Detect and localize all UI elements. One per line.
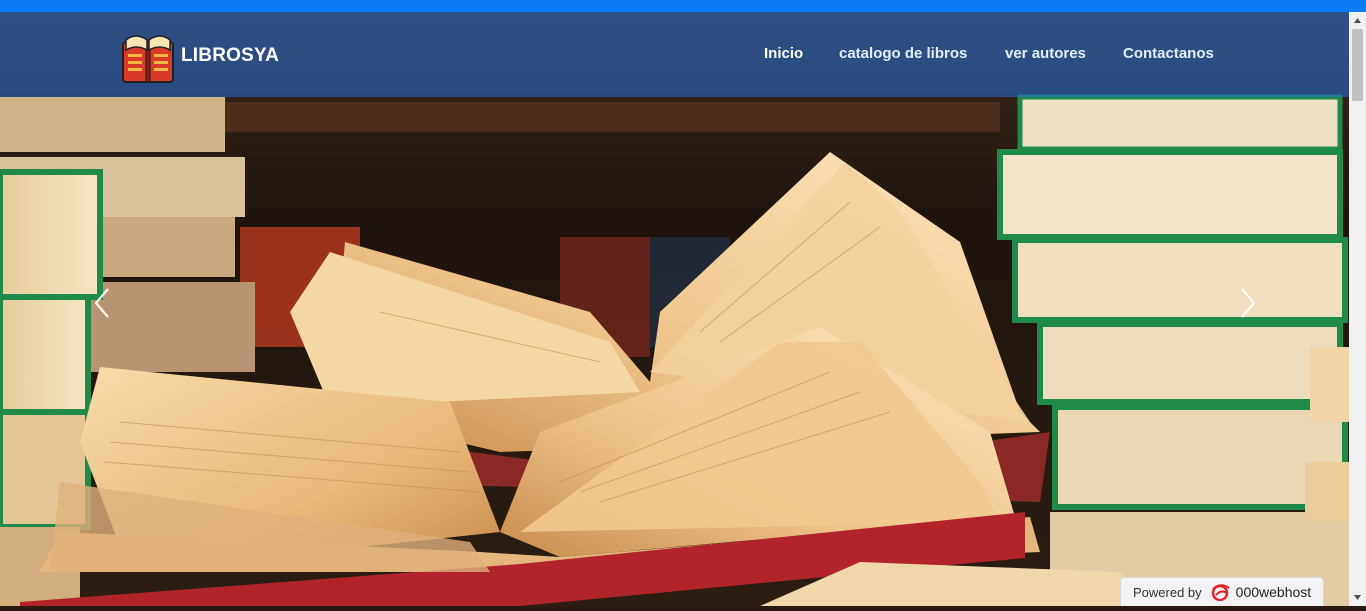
nav-item-contactanos[interactable]: Contactanos xyxy=(1123,45,1214,62)
chevron-right-icon xyxy=(1241,288,1256,318)
nav-item-catalogo[interactable]: catalogo de libros xyxy=(839,45,967,62)
navbar: LIBROSYA Inicio catalogo de libros ver a… xyxy=(0,12,1349,97)
carousel-prev-button[interactable] xyxy=(90,285,114,321)
scrollbar-thumb[interactable] xyxy=(1352,29,1363,101)
powered-by-badge[interactable]: Powered by 000webhost xyxy=(1120,577,1324,606)
open-books-photo xyxy=(0,12,1349,606)
scroll-down-button[interactable] xyxy=(1349,589,1366,606)
chevron-left-icon xyxy=(94,288,109,318)
nav-item-autores[interactable]: ver autores xyxy=(1005,45,1086,62)
carousel-next-button[interactable] xyxy=(1236,285,1260,321)
browser-top-strip xyxy=(0,0,1366,12)
scroll-up-button[interactable] xyxy=(1349,12,1366,29)
nav-item-inicio[interactable]: Inicio xyxy=(764,45,803,62)
triangle-down-icon xyxy=(1354,595,1361,600)
main-nav: Inicio catalogo de libros ver autores Co… xyxy=(0,45,1349,67)
powered-by-brand: 000webhost xyxy=(1235,584,1312,600)
page-scrollbar[interactable] xyxy=(1349,12,1366,606)
powered-by-prefix: Powered by xyxy=(1133,584,1202,600)
webhost-logo-icon xyxy=(1211,584,1230,601)
hero-carousel-image xyxy=(0,12,1349,606)
triangle-up-icon xyxy=(1354,18,1361,23)
